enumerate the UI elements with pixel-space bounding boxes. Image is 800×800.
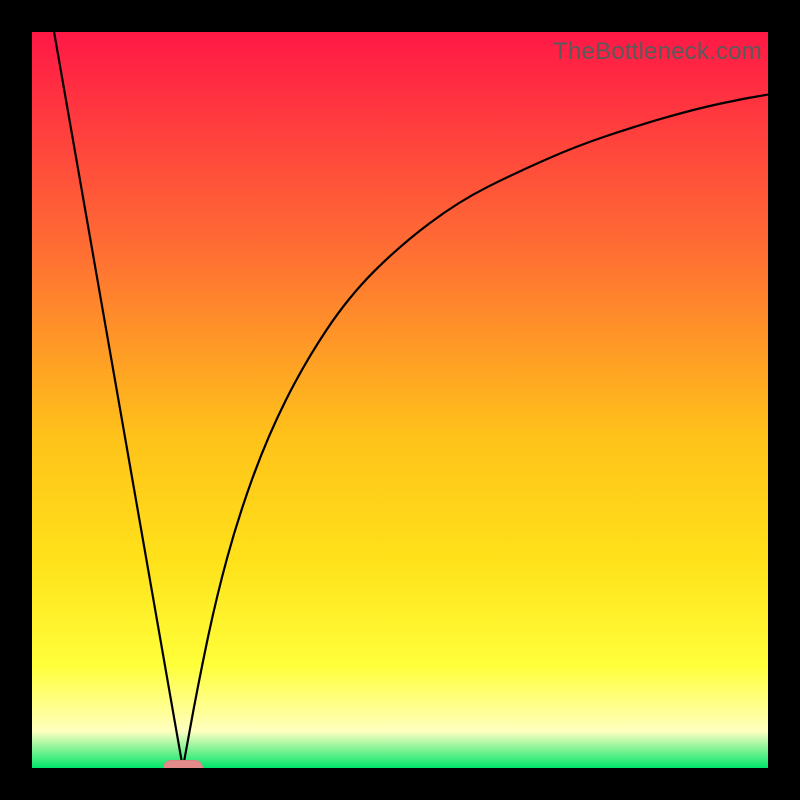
plot-area: TheBottleneck.com [32, 32, 768, 768]
chart-frame: TheBottleneck.com [0, 0, 800, 800]
curve-path [54, 32, 768, 768]
minimum-marker [163, 760, 203, 768]
bottleneck-curve [32, 32, 768, 768]
